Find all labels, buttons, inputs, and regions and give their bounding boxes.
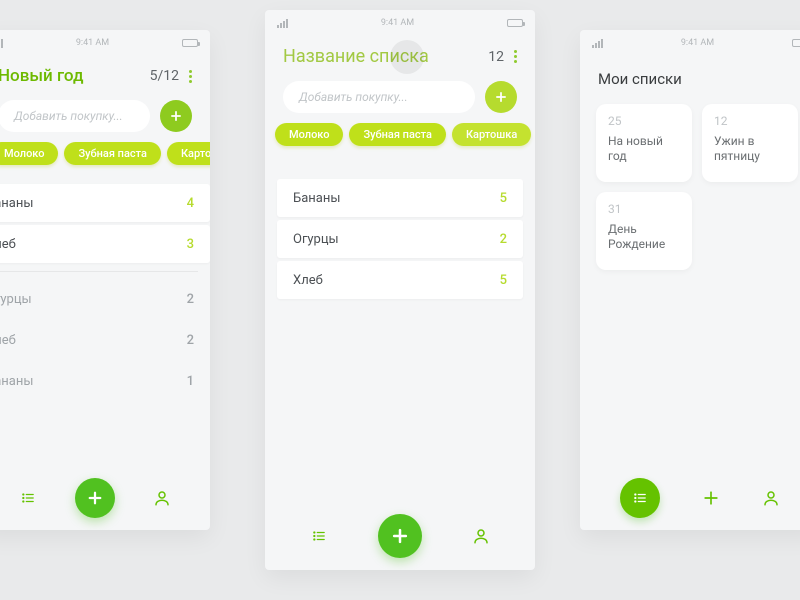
- bottom-nav: [265, 514, 535, 558]
- bottom-nav: [0, 478, 210, 518]
- list-item[interactable]: Хлеб 5: [277, 261, 523, 299]
- list-title: Новый год: [0, 66, 84, 86]
- item-qty: 2: [500, 232, 507, 247]
- status-time: 9:41 AM: [288, 18, 507, 28]
- item-qty: 4: [187, 196, 194, 211]
- list-item[interactable]: Бананы 5: [277, 179, 523, 217]
- menu-kebab-icon[interactable]: [189, 70, 192, 83]
- chip[interactable]: Зубная паста: [64, 142, 160, 165]
- item-qty: 1: [187, 374, 194, 389]
- list-header: Новый год 5/12: [0, 52, 210, 94]
- card-name: Ужин в пятницу: [714, 134, 786, 164]
- screen-list-detail-center: 9:41 AM Название списка 12 Добавить поку…: [265, 10, 535, 570]
- card-count: 31: [608, 202, 680, 216]
- screen-my-lists: 9:41 AM Мои списки 25 На новый год 12 Уж…: [580, 30, 800, 530]
- chip[interactable]: Картошка: [167, 142, 210, 165]
- nav-add-fab[interactable]: [75, 478, 115, 518]
- add-item-button[interactable]: [485, 81, 517, 113]
- status-bar: 9:41 AM: [265, 10, 535, 32]
- card-count: 25: [608, 114, 680, 128]
- item-name: Хлеб: [0, 333, 16, 348]
- touch-indicator: [390, 40, 424, 74]
- status-time: 9:41 AM: [3, 38, 182, 48]
- list-card[interactable]: 12 Ужин в пятницу: [702, 104, 798, 182]
- divider: [0, 271, 198, 272]
- bottom-nav: [580, 478, 800, 518]
- chip[interactable]: Молоко: [0, 142, 58, 165]
- chip[interactable]: Картошка: [452, 123, 531, 146]
- status-bar: 9:41 AM: [580, 30, 800, 52]
- nav-profile-button[interactable]: [762, 489, 780, 507]
- battery-icon: [182, 39, 198, 47]
- suggestion-chips: Молоко Зубная паста Картошка: [265, 121, 535, 156]
- item-qty: 5: [500, 191, 507, 206]
- add-item-input[interactable]: Добавить покупку...: [0, 100, 150, 132]
- nav-add-button[interactable]: [701, 488, 721, 508]
- list-card[interactable]: 25 На новый год: [596, 104, 692, 182]
- item-name: Бананы: [0, 196, 33, 211]
- signal-icon: [592, 39, 603, 48]
- card-count: 12: [714, 114, 786, 128]
- item-name: Хлеб: [293, 273, 323, 288]
- item-qty: 2: [187, 333, 194, 348]
- nav-profile-button[interactable]: [472, 527, 490, 545]
- item-name: Огурцы: [293, 232, 339, 247]
- item-name: Бананы: [293, 191, 340, 206]
- list-card[interactable]: 31 День Рождение: [596, 192, 692, 270]
- status-bar: 9:41 AM: [0, 30, 210, 52]
- menu-kebab-icon[interactable]: [514, 50, 517, 63]
- nav-profile-button[interactable]: [153, 489, 171, 507]
- item-name: Хлеб: [0, 237, 16, 252]
- item-qty: 5: [500, 273, 507, 288]
- battery-icon: [507, 19, 523, 27]
- chip[interactable]: Зубная паста: [349, 123, 445, 146]
- battery-icon: [792, 39, 800, 47]
- item-name: Огурцы: [0, 292, 32, 307]
- add-item-input[interactable]: Добавить покупку...: [283, 81, 475, 113]
- item-name: Бананы: [0, 374, 33, 389]
- list-item[interactable]: Бананы 4: [0, 184, 210, 222]
- list-counter: 5/12: [150, 68, 179, 84]
- suggestion-chips: Молоко Зубная паста Картошка: [0, 140, 210, 175]
- nav-lists-button[interactable]: [310, 529, 328, 543]
- list-item-done[interactable]: Хлеб 2: [0, 321, 210, 359]
- item-qty: 2: [187, 292, 194, 307]
- chip[interactable]: Молоко: [275, 123, 343, 146]
- list-item[interactable]: Огурцы 2: [277, 220, 523, 258]
- nav-lists-button-active[interactable]: [620, 478, 660, 518]
- screen-list-detail-left: 9:41 AM Новый год 5/12 Добавить покупку.…: [0, 30, 210, 530]
- add-item-button[interactable]: [160, 100, 192, 132]
- status-time: 9:41 AM: [603, 38, 792, 48]
- nav-lists-button[interactable]: [19, 491, 37, 505]
- card-name: На новый год: [608, 134, 680, 164]
- nav-add-fab[interactable]: [378, 514, 422, 558]
- list-item-done[interactable]: Бананы 1: [0, 362, 210, 400]
- page-title: Мои списки: [580, 52, 800, 98]
- item-qty: 3: [187, 237, 194, 252]
- card-name: День Рождение: [608, 222, 680, 252]
- list-item[interactable]: Хлеб 3: [0, 225, 210, 263]
- list-item-done[interactable]: Огурцы 2: [0, 280, 210, 318]
- list-counter: 12: [488, 49, 504, 65]
- signal-icon: [277, 19, 288, 28]
